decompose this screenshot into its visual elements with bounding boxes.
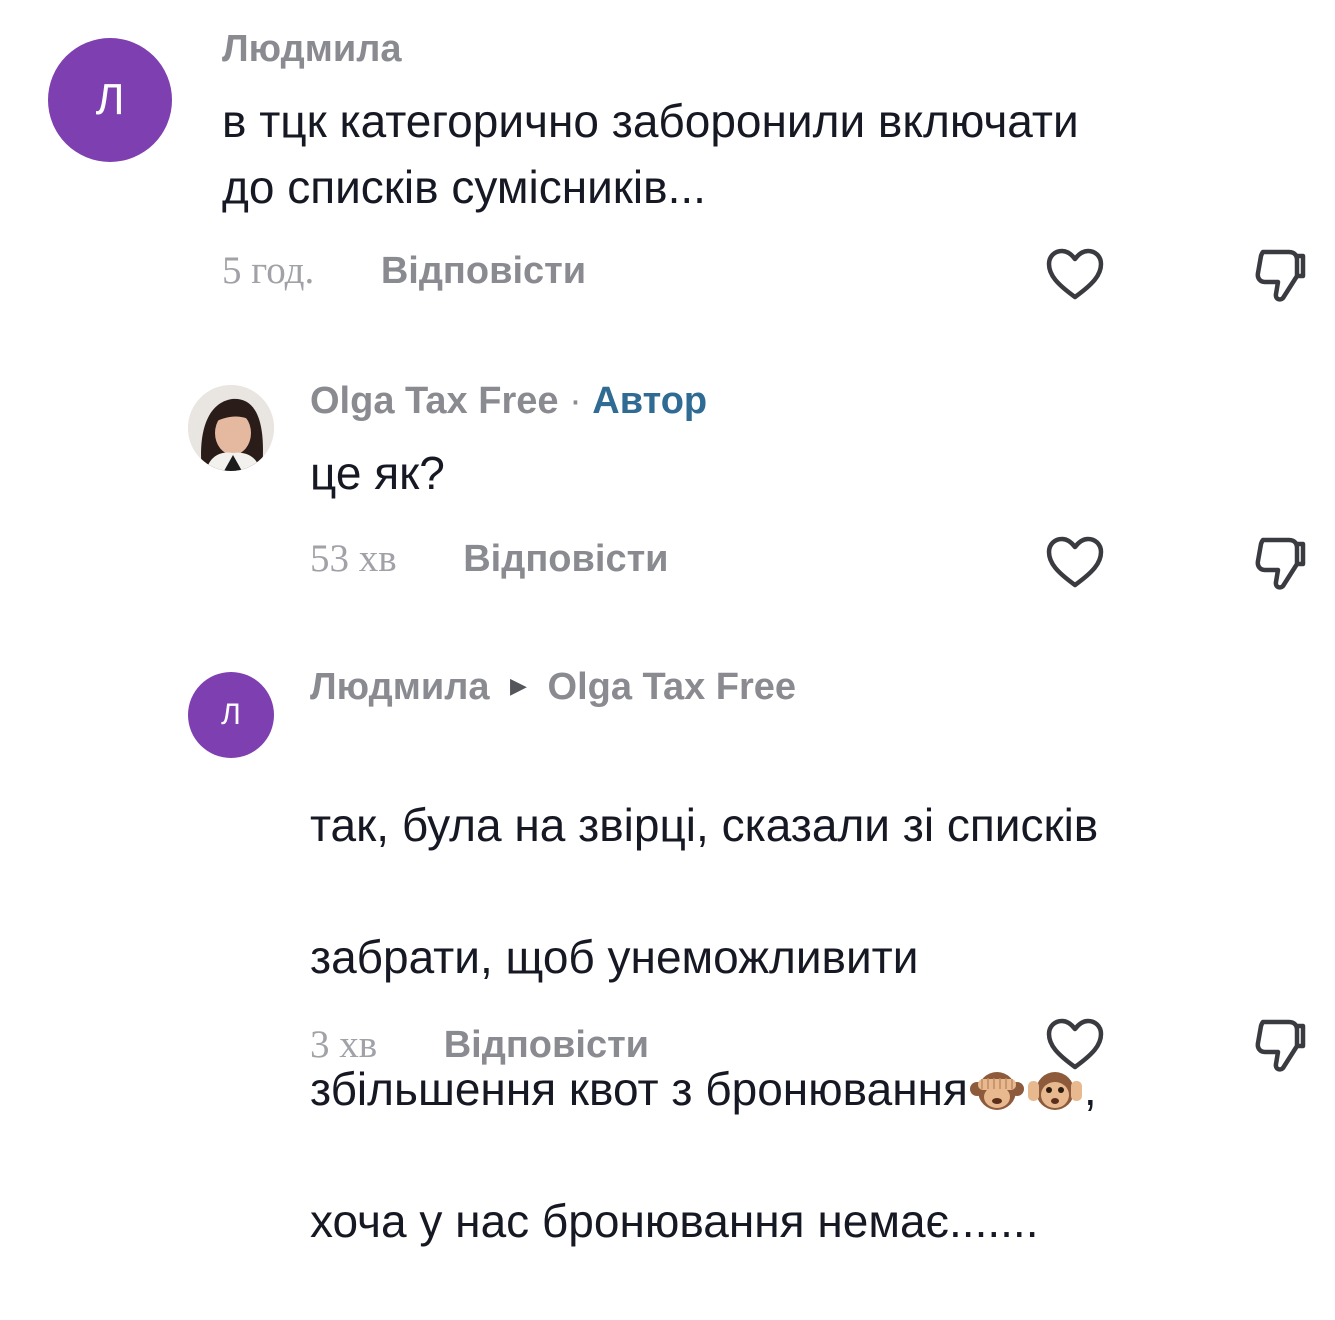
comment-text: в тцк категорично заборонили включати до… (222, 95, 1079, 213)
comment-text-line: так, була на звірці, сказали зі списків (310, 799, 1099, 851)
comment-author[interactable]: Людмила (310, 666, 489, 708)
comment-author-line: Olga Tax Free · Автор (310, 380, 707, 423)
avatar-photo (188, 385, 274, 471)
see-no-evil-monkey-icon (969, 1072, 1024, 1110)
avatar[interactable]: Л (48, 38, 172, 162)
thumbs-down-icon[interactable] (1246, 1010, 1316, 1080)
reply-button[interactable]: Відповісти (381, 250, 586, 292)
reply-to-author[interactable]: Olga Tax Free (548, 666, 797, 708)
comment-time: 53 хв (310, 537, 397, 580)
reply-button[interactable]: Відповісти (463, 538, 668, 580)
comment-meta: 53 хв Відповісти (310, 536, 669, 581)
avatar[interactable]: Л (188, 672, 274, 758)
reply-button[interactable]: Відповісти (444, 1024, 649, 1066)
author-badge: Автор (592, 380, 708, 422)
separator: · (569, 380, 582, 422)
comment-author[interactable]: Olga Tax Free (310, 380, 559, 422)
comment-meta: 3 хв Відповісти (310, 1022, 649, 1067)
comment-meta: 5 год. Відповісти (222, 248, 586, 293)
thumbs-down-icon[interactable] (1246, 240, 1316, 310)
comment-author-line: Людмила ▶ Olga Tax Free (310, 666, 796, 709)
comment-author[interactable]: Людмила (222, 28, 401, 71)
heart-icon[interactable] (1040, 1010, 1110, 1080)
avatar-letter: Л (221, 698, 241, 731)
comment-text: це як? (310, 447, 445, 499)
comment-text-line: забрати, щоб унеможливити (310, 931, 919, 983)
avatar-letter: Л (95, 75, 125, 124)
comment-text-line: хоча у нас бронювання немає....... (310, 1195, 1039, 1247)
comment-text-segment: збільшення квот з бронювання (310, 1063, 968, 1115)
heart-icon[interactable] (1040, 528, 1110, 598)
heart-icon[interactable] (1040, 240, 1110, 310)
comment-time: 3 хв (310, 1023, 378, 1066)
comment-time: 5 год. (222, 249, 315, 292)
reply-arrow-icon: ▶ (510, 672, 527, 698)
avatar[interactable] (188, 385, 274, 471)
thumbs-down-icon[interactable] (1246, 528, 1316, 598)
